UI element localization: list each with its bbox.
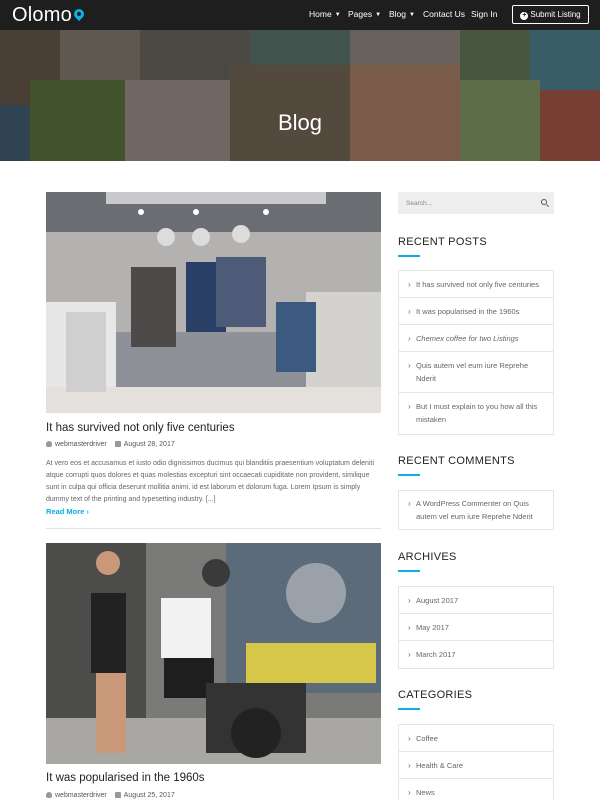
archive-item[interactable]: › August 2017: [399, 587, 553, 614]
archive-item[interactable]: › March 2017: [399, 641, 553, 668]
category-item[interactable]: › Coffee: [399, 725, 553, 752]
post-date: August 28, 2017: [123, 441, 175, 448]
top-navbar: Olomo Home ▼ Pages ▼ Blog ▼ Contact Us Sign…: [0, 0, 600, 30]
widget-underline: [398, 255, 420, 257]
logo-text: Olomo: [12, 4, 72, 26]
hero-banner: Blog: [0, 30, 600, 161]
chevron-right-icon: ›: [408, 650, 411, 659]
gym-workout-photo: [46, 543, 381, 764]
search-input[interactable]: [406, 198, 526, 208]
nav-blog-label: Blog: [389, 9, 407, 19]
chevron-down-icon: ▼: [409, 12, 415, 18]
submit-listing-label: Submit Listing: [530, 10, 581, 19]
post-author[interactable]: webmasterdriver: [55, 792, 107, 799]
recent-post-item[interactable]: › But I must explain to you how all this …: [399, 393, 553, 434]
chevron-down-icon: ▼: [375, 12, 382, 18]
archive-label: May 2017: [416, 623, 449, 632]
widget-underline: [398, 570, 420, 572]
widget-title-recent-posts: RECENT POSTS: [398, 236, 487, 248]
chevron-right-icon: ›: [408, 307, 411, 316]
recent-comment-label: A WordPress Commenter on Quis autem vel …: [416, 499, 533, 521]
page-title: Blog: [277, 110, 323, 135]
nav-signin-label: Sign In: [471, 9, 498, 19]
recent-post-item[interactable]: › Chemex coffee for two Listings: [399, 325, 553, 352]
chevron-right-icon: ›: [408, 361, 411, 370]
nav-home-label: Home: [309, 9, 332, 19]
post-meta: webmasterdriver August 25, 2017: [46, 792, 175, 799]
post-thumbnail[interactable]: [46, 543, 381, 764]
nav-sign-in[interactable]: Sign In: [471, 9, 497, 19]
user-icon: [46, 441, 52, 447]
recent-posts-list: › It has survived not only five centuries…: [398, 270, 554, 435]
category-label: News: [416, 788, 435, 797]
category-item[interactable]: › Health & Care: [399, 752, 553, 779]
chevron-right-icon: ›: [408, 596, 411, 605]
search-icon[interactable]: [541, 199, 547, 205]
nav-blog[interactable]: Blog ▼: [389, 9, 415, 19]
chevron-right-icon: ›: [408, 334, 411, 343]
category-item[interactable]: › News: [399, 779, 553, 800]
widget-underline: [398, 474, 420, 476]
widget-title-recent-comments: RECENT COMMENTS: [398, 455, 515, 467]
widget-title-categories: CATEGORIES: [398, 689, 473, 701]
post-divider: [46, 528, 381, 529]
nav-contact-label: Contact Us: [423, 9, 466, 19]
calendar-icon: [114, 792, 121, 798]
categories-list: › Coffee › Health & Care › News: [398, 724, 554, 800]
chevron-down-icon: ▼: [334, 12, 341, 18]
recent-post-item[interactable]: › Quis autem vel eum iure Reprehe Nderit: [399, 352, 553, 393]
post-date: August 25, 2017: [123, 792, 175, 799]
post-meta: webmasterdriver August 28, 2017: [46, 441, 175, 448]
map-pin-icon: [71, 6, 86, 22]
user-icon: [46, 792, 52, 798]
chevron-right-icon: ›: [408, 499, 411, 508]
recent-comments-list: › A WordPress Commenter on Quis autem vel…: [398, 490, 554, 530]
archives-list: › August 2017 › May 2017 › March 2017: [398, 586, 554, 669]
nav-contact-us[interactable]: Contact Us: [423, 9, 465, 19]
submit-listing-button[interactable]: + Submit Listing: [512, 5, 589, 24]
plus-circle-icon: +: [520, 12, 529, 20]
chevron-right-icon: ›: [408, 402, 411, 411]
hero-overlay: [0, 30, 600, 161]
recent-post-label: Quis autem vel eum iure Reprehe Nderit: [416, 361, 529, 383]
store-mannequins-photo: [46, 192, 381, 413]
nav-pages-label: Pages: [348, 9, 373, 19]
archive-label: August 2017: [416, 596, 459, 605]
recent-post-label: It has survived not only five centuries: [416, 280, 539, 289]
recent-post-item[interactable]: › It has survived not only five centuries: [399, 271, 553, 298]
post-author[interactable]: webmasterdriver: [55, 441, 107, 448]
search-box: [398, 192, 554, 214]
post-thumbnail[interactable]: [46, 192, 381, 413]
post-title[interactable]: It was popularised in the 1960s: [46, 772, 205, 784]
chevron-right-icon: ›: [408, 761, 411, 770]
nav-home[interactable]: Home ▼: [309, 9, 341, 19]
category-label: Coffee: [416, 734, 438, 743]
archive-item[interactable]: › May 2017: [399, 614, 553, 641]
recent-post-label: Chemex coffee for two Listings: [416, 334, 519, 343]
category-label: Health & Care: [416, 761, 464, 770]
nav-pages[interactable]: Pages ▼: [348, 9, 381, 19]
recent-post-item[interactable]: › It was popularised in the 1960s: [399, 298, 553, 325]
archive-label: March 2017: [416, 650, 456, 659]
calendar-icon: [114, 441, 121, 447]
recent-post-label: But I must explain to you how all this m…: [416, 402, 538, 424]
chevron-right-icon: ›: [408, 788, 411, 797]
post-title[interactable]: It has survived not only five centuries: [46, 422, 235, 434]
widget-title-archives: ARCHIVES: [398, 551, 457, 563]
recent-comment-item[interactable]: › A WordPress Commenter on Quis autem vel…: [399, 491, 553, 529]
post-excerpt: At vero eos et accusamus et iusto odio d…: [46, 460, 375, 503]
recent-post-label: It was popularised in the 1960s: [416, 307, 520, 316]
read-more-link[interactable]: Read More ›: [46, 507, 89, 516]
chevron-right-icon: ›: [408, 280, 411, 289]
site-logo[interactable]: Olomo: [12, 4, 86, 27]
chevron-right-icon: ›: [408, 623, 411, 632]
chevron-right-icon: ›: [408, 734, 411, 743]
widget-underline: [398, 708, 420, 710]
